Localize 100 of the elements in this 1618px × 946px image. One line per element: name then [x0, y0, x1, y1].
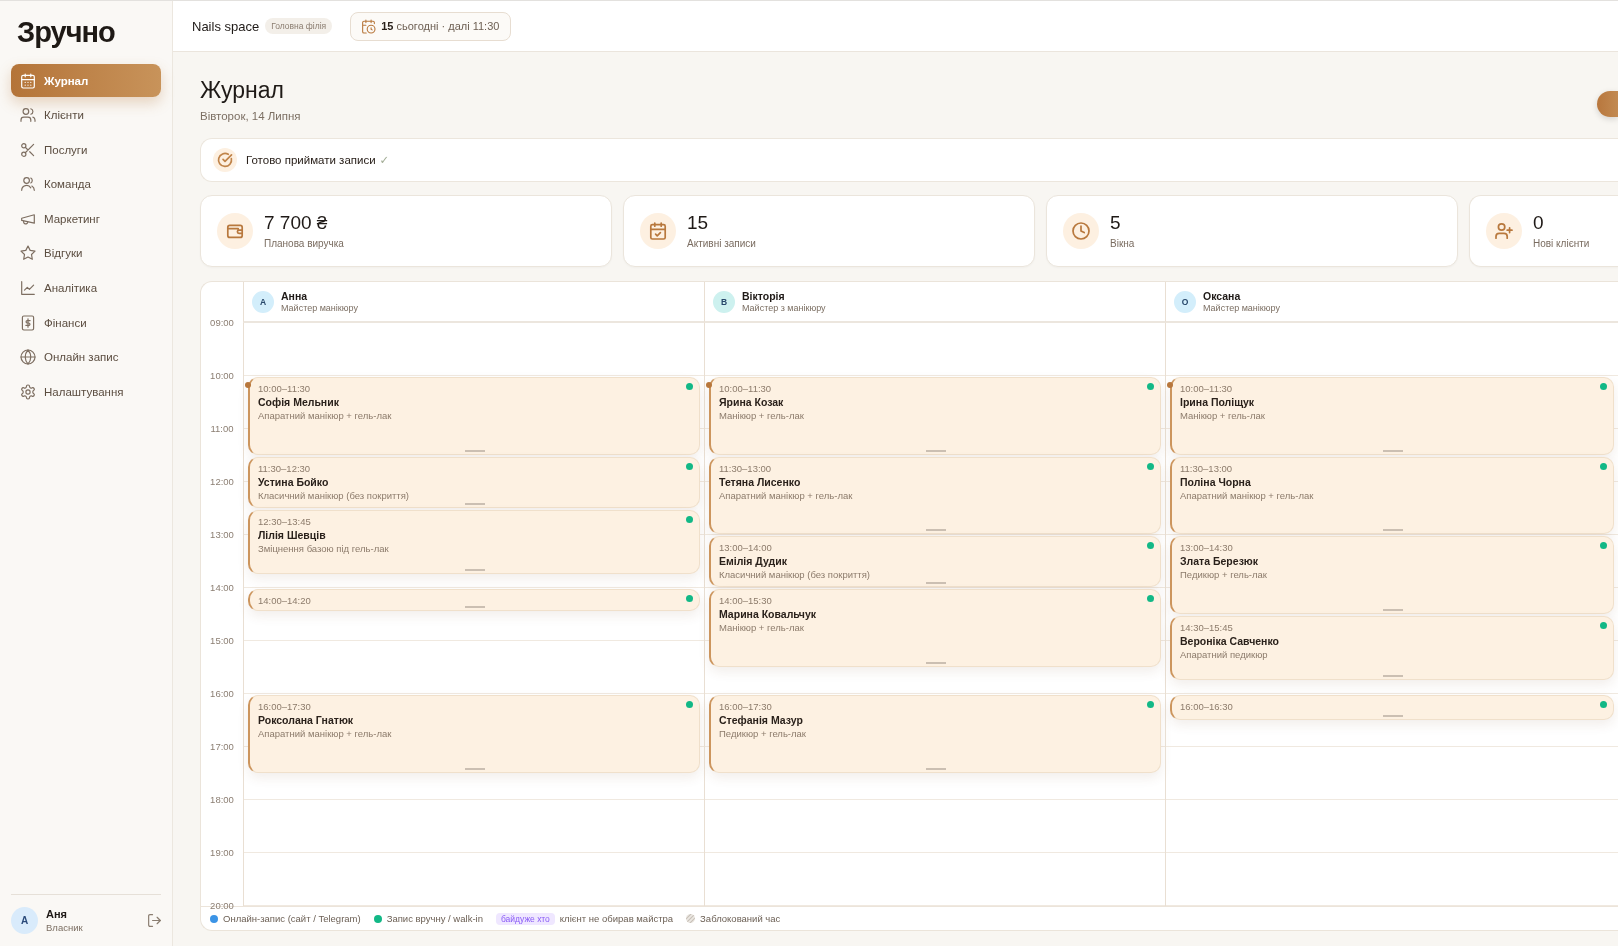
master-name: Оксана [1203, 290, 1242, 302]
hour-label: 13:00 [209, 529, 235, 541]
nav-item[interactable]: Відгуки [11, 236, 161, 270]
client-name: Поліна Чорна [1180, 474, 1251, 489]
resize-handle[interactable] [1382, 529, 1403, 531]
nav-item[interactable]: Налаштування [11, 375, 161, 409]
wallet-icon [217, 213, 253, 249]
user-avatar: А [11, 907, 38, 934]
action-button[interactable] [1597, 91, 1618, 117]
nav-item[interactable]: Онлайн запис [11, 340, 161, 374]
nav-item[interactable]: Фінанси [11, 306, 161, 340]
master-avatar: О [1174, 290, 1196, 313]
resize-handle[interactable] [925, 582, 946, 584]
nav-item[interactable]: Команда [11, 167, 161, 201]
hour-label: 10:00 [209, 370, 235, 382]
client-name: Тетяна Лисенко [719, 474, 801, 489]
hour-label: 11:00 [209, 423, 235, 435]
appointment-card[interactable]: 13:00–14:30 Злата Березюк Педикюр + гель-лак [1170, 536, 1614, 614]
legend-label: Заблокований час [700, 913, 781, 924]
resize-handle[interactable] [925, 661, 946, 664]
stat-label: Активні записи [687, 237, 756, 250]
nav-item[interactable]: Послуги [11, 133, 161, 167]
master-name: Анна [281, 290, 309, 302]
resize-handle[interactable] [464, 606, 485, 608]
striped-circle-icon [686, 914, 696, 923]
appointment-time: 13:00–14:30 [1180, 541, 1233, 554]
appointment-card[interactable]: 10:00–11:30 Ярина Козак Манікюр + гель-лак [709, 377, 1161, 455]
appointment-time: 11:30–12:30 [258, 461, 311, 475]
appointment-time: 14:00–14:20 [258, 594, 311, 607]
globe-icon [21, 350, 35, 365]
client-name: Стефанія Мазур [719, 713, 803, 727]
calendar-check-icon [640, 213, 676, 249]
master-name: Вікторія [742, 290, 786, 302]
stat-value: 7 700 ₴ [264, 212, 329, 234]
appointment-card[interactable]: 10:00–11:30 Софія Мельник Апаратний манікюр + гель-лак [248, 377, 700, 455]
calendar-icon [21, 73, 35, 88]
stat-value: 0 [1533, 212, 1545, 234]
client-name: Софія Мельник [258, 395, 339, 409]
line-chart-icon [21, 281, 35, 296]
logout-button[interactable] [148, 914, 161, 927]
legend-label: Запис вручну / walk-in [386, 913, 483, 924]
appointment-card[interactable]: 13:00–14:00 Емілія Дудик Класичний манікюр (без покриття) [709, 536, 1161, 587]
megaphone-icon [21, 211, 35, 226]
service-name: Педикюр + гель-лак [719, 727, 806, 740]
appointment-card[interactable]: 16:00–17:30 Стефанія Мазур Педикюр + гель-лак [709, 695, 1161, 773]
resize-handle[interactable] [1382, 674, 1403, 677]
resize-handle[interactable] [464, 767, 485, 770]
master-role: Майстер манікюру [281, 303, 358, 313]
service-name: Апаратний манікюр + гель-лак [258, 409, 392, 422]
nav-item[interactable]: Маркетинг [11, 202, 161, 236]
logout-icon [148, 914, 161, 927]
appointment-time: 11:30–13:00 [719, 461, 772, 475]
appointment-card[interactable]: 16:00–16:30 [1170, 695, 1614, 720]
branch-badge: Головна філія [265, 18, 333, 34]
resize-handle[interactable] [1382, 714, 1403, 717]
client-name: Вероніка Савченко [1180, 633, 1279, 648]
resize-handle[interactable] [925, 449, 946, 452]
business-name: Nails space [192, 18, 260, 34]
stat-value: 5 [1110, 212, 1122, 234]
nav-item[interactable]: Клієнти [11, 98, 161, 132]
scissors-icon [21, 142, 35, 157]
legend-label: Онлайн-запис (сайт / Telegram) [223, 913, 361, 924]
appointment-time: 14:00–15:30 [719, 594, 772, 607]
appointment-card[interactable]: 11:30–12:30 Устина Бойко Класичний манікюр (без покриття) [248, 456, 700, 508]
stat-label: Нові клієнти [1533, 237, 1590, 250]
appointment-card[interactable]: 14:30–15:45 Вероніка Савченко Апаратний педикюр [1170, 615, 1614, 680]
appointment-card[interactable]: 16:00–17:30 Роксолана Гнатюк Апаратний манікюр + гель-лак [248, 695, 700, 773]
any-master-tag: байдуже хто [495, 912, 555, 925]
appointment-time: 10:00–11:30 [719, 382, 772, 395]
hour-label: 09:00 [209, 317, 235, 329]
hour-label: 16:00 [209, 688, 235, 700]
appointment-card[interactable]: 11:30–13:00 Поліна Чорна Апаратний манікюр + гель-лак [1170, 456, 1614, 534]
appointment-card[interactable]: 11:30–13:00 Тетяна Лисенко Апаратний манікюр + гель-лак [709, 456, 1161, 534]
star-icon [21, 246, 35, 261]
resize-handle[interactable] [925, 529, 946, 531]
resize-handle[interactable] [1382, 608, 1403, 611]
appointment-card[interactable]: 10:00–11:30 Ірина Поліщук Манікюр + гель-лак [1170, 377, 1614, 455]
appointment-time: 11:30–13:00 [1180, 461, 1233, 475]
appointment-card[interactable]: 14:00–15:30 Марина Ковальчук Манікюр + гель-лак [709, 589, 1161, 667]
resize-handle[interactable] [464, 568, 485, 571]
appointment-card[interactable]: 12:30–13:45 Лілія Шевців Зміцнення базою під гель-лак [248, 509, 700, 574]
stat-value: 15 [687, 212, 710, 234]
time-marker-icon [706, 382, 712, 388]
resize-handle[interactable] [464, 502, 485, 505]
client-name: Емілія Дудик [719, 554, 787, 568]
stat-label: Планова виручка [264, 237, 344, 250]
today-summary-button[interactable]: 15 сьогодні · далі 11:30 [350, 11, 512, 41]
resize-handle[interactable] [1382, 449, 1403, 452]
appointment-card[interactable]: 14:00–14:20 [248, 589, 700, 611]
status-text: Готово приймати записи [246, 154, 376, 166]
client-name: Злата Березюк [1180, 554, 1259, 568]
resize-handle[interactable] [464, 449, 485, 452]
nav-item[interactable]: Аналітика [11, 271, 161, 305]
time-marker-icon [1167, 382, 1173, 388]
user-plus-icon [1486, 213, 1522, 249]
dollar-document-icon [21, 315, 35, 330]
resize-handle[interactable] [925, 767, 946, 770]
master-avatar: В [713, 290, 735, 313]
appointment-time: 14:30–15:45 [1180, 620, 1233, 634]
people-icon [21, 177, 35, 192]
